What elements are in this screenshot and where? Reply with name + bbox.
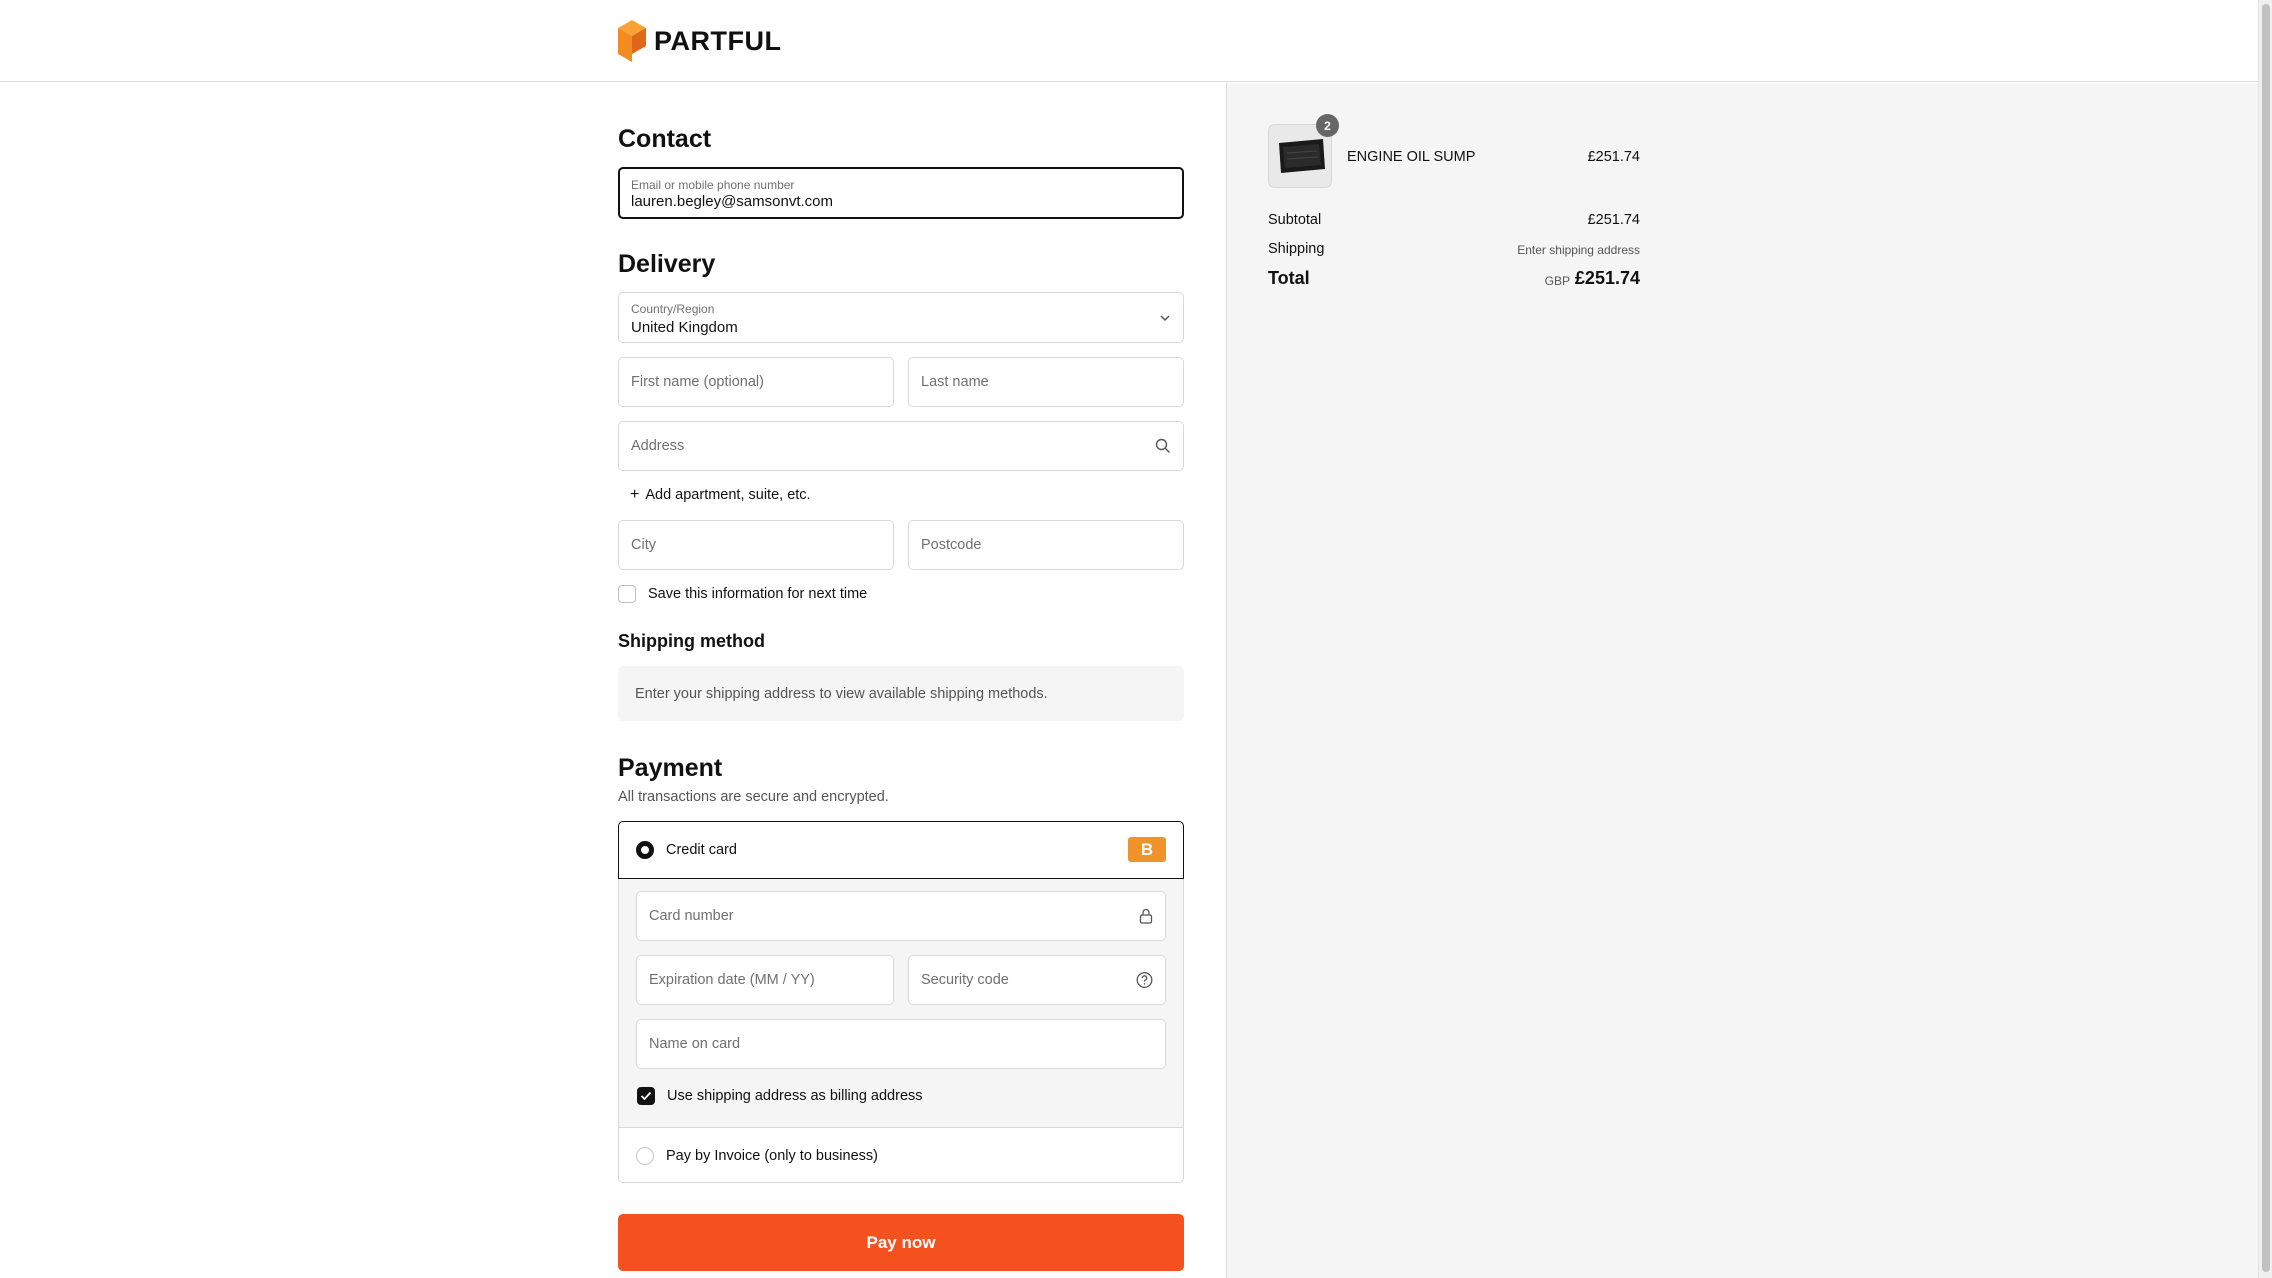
first-name-field[interactable]: First name (optional) (618, 357, 894, 407)
invoice-radio[interactable] (636, 1147, 654, 1165)
help-icon[interactable] (1136, 972, 1153, 989)
name-on-card-field[interactable]: Name on card (636, 1019, 1166, 1069)
payment-options: Credit card B Card number Expiration dat… (618, 821, 1184, 1183)
country-select-value: United Kingdom (631, 319, 738, 336)
shipping-method-title: Shipping method (618, 631, 765, 651)
payment-title: Payment (618, 754, 723, 782)
city-placeholder: City (631, 537, 656, 553)
expiry-placeholder: Expiration date (MM / YY) (649, 972, 815, 988)
card-number-placeholder: Card number (649, 908, 734, 924)
search-icon[interactable] (1155, 438, 1171, 454)
expiry-field[interactable]: Expiration date (MM / YY) (636, 955, 894, 1005)
credit-card-option[interactable]: Credit card B (618, 821, 1184, 879)
save-info-label: Save this information for next time (648, 586, 868, 602)
plus-icon: + (630, 486, 640, 503)
invoice-label: Pay by Invoice (only to business) (666, 1148, 878, 1164)
currency-code: GBP (1544, 274, 1570, 288)
billing-same-row[interactable]: Use shipping address as billing address (637, 1087, 923, 1105)
chevron-down-icon (1159, 314, 1171, 322)
billing-same-checkbox[interactable] (637, 1087, 655, 1105)
subtotal-label: Subtotal (1268, 212, 1322, 228)
add-apartment-link[interactable]: + Add apartment, suite, etc. (630, 486, 811, 504)
quantity-badge: 2 (1316, 114, 1339, 137)
card-number-field[interactable]: Card number (636, 891, 1166, 941)
credit-card-label: Credit card (666, 842, 737, 858)
address-field[interactable]: Address (618, 421, 1184, 471)
credit-card-radio[interactable] (636, 841, 654, 859)
name-on-card-placeholder: Name on card (649, 1036, 741, 1052)
order-summary-panel (1226, 83, 2258, 1278)
invoice-option[interactable]: Pay by Invoice (only to business) (618, 1127, 1184, 1183)
total-label: Total (1268, 268, 1310, 288)
email-field[interactable]: Email or mobile phone number lauren.begl… (618, 167, 1184, 219)
brand-name: PARTFUL (654, 25, 782, 56)
email-field-label: Email or mobile phone number (631, 178, 795, 192)
address-placeholder: Address (631, 438, 685, 454)
security-code-field[interactable]: Security code (908, 955, 1166, 1005)
scrollbar[interactable] (2258, 0, 2272, 1278)
header: PARTFUL (0, 0, 2258, 82)
save-info-checkbox[interactable] (618, 585, 636, 603)
card-brand-icon: B (1128, 837, 1166, 862)
shipping-value: Enter shipping address (1517, 243, 1640, 257)
first-name-placeholder: First name (optional) (631, 374, 764, 390)
email-field-value[interactable]: lauren.begley@samsonvt.com (631, 193, 833, 210)
product-price: £251.74 (1587, 149, 1640, 165)
delivery-title: Delivery (618, 250, 716, 278)
last-name-placeholder: Last name (921, 374, 989, 390)
add-apartment-label: Add apartment, suite, etc. (645, 487, 811, 503)
postcode-field[interactable]: Postcode (908, 520, 1184, 570)
security-code-placeholder: Security code (921, 972, 1009, 988)
product-name: ENGINE OIL SUMP (1347, 149, 1476, 165)
contact-title: Contact (618, 125, 712, 153)
payment-subtitle: All transactions are secure and encrypte… (618, 789, 889, 805)
country-select-label: Country/Region (631, 302, 715, 316)
billing-same-label: Use shipping address as billing address (667, 1088, 923, 1104)
save-info-checkbox-row[interactable]: Save this information for next time (618, 585, 867, 603)
scrollbar-thumb[interactable] (2262, 4, 2270, 1272)
checkmark-icon (640, 1091, 652, 1101)
shipping-method-notice: Enter your shipping address to view avai… (618, 666, 1184, 721)
pay-now-button[interactable]: Pay now (618, 1214, 1184, 1271)
partful-logo-icon (618, 20, 646, 62)
card-details-panel: Card number Expiration date (MM / YY) Se… (618, 879, 1184, 1127)
brand-logo[interactable]: PARTFUL (618, 20, 781, 62)
last-name-field[interactable]: Last name (908, 357, 1184, 407)
country-select[interactable]: Country/Region United Kingdom (618, 292, 1184, 343)
shipping-label: Shipping (1268, 241, 1325, 257)
postcode-placeholder: Postcode (921, 537, 982, 553)
subtotal-value: £251.74 (1587, 212, 1640, 228)
city-field[interactable]: City (618, 520, 894, 570)
lock-icon (1139, 908, 1153, 924)
total-value: £251.74 (1574, 268, 1640, 288)
